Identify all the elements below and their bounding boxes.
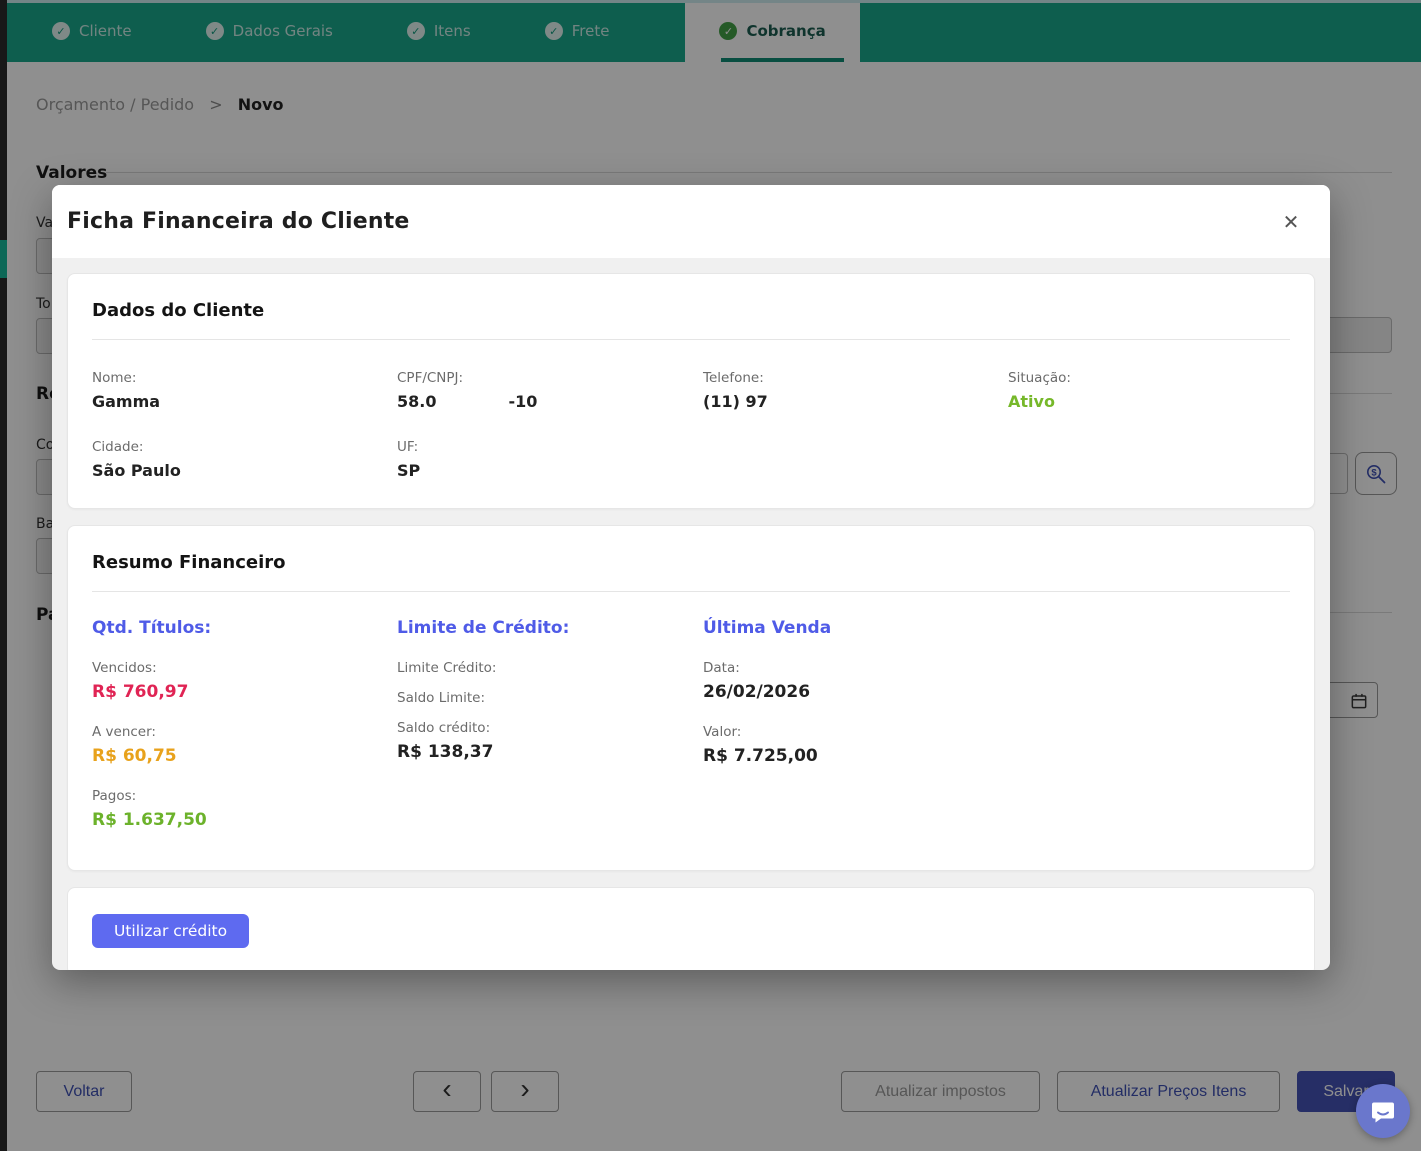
cpf-value: 58.0	[397, 392, 436, 411]
field-label: Situação:	[1008, 370, 1290, 386]
column-qtd-titulos: Qtd. Títulos: Vencidos: R$ 760,97 A venc…	[92, 618, 397, 830]
field-value: (11) 97	[703, 392, 1008, 411]
card-divider	[92, 591, 1290, 592]
metric-label: Saldo crédito:	[397, 720, 703, 736]
modal-header: Ficha Financeira do Cliente ✕	[52, 185, 1330, 258]
metric-limite-credito: Limite Crédito:	[397, 660, 703, 676]
close-icon: ✕	[1283, 212, 1300, 234]
utilizar-credito-label: Utilizar crédito	[114, 922, 227, 940]
cpf-extra-value: -10	[508, 392, 537, 411]
financial-summary-card: Resumo Financeiro Qtd. Títulos: Vencidos…	[67, 525, 1315, 871]
metric-valor: Valor: R$ 7.725,00	[703, 724, 1290, 766]
modal-body: Dados do Cliente Nome: Gamma CPF/CNPJ: 5…	[52, 258, 1330, 970]
credit-action-card: Utilizar crédito	[67, 887, 1315, 970]
metric-label: A vencer:	[92, 724, 397, 740]
metric-data: Data: 26/02/2026	[703, 660, 1290, 702]
metric-value: 26/02/2026	[703, 682, 1290, 702]
field-nome: Nome: Gamma	[92, 370, 397, 411]
field-telefone: Telefone: (11) 97	[703, 370, 1008, 411]
metric-pagos: Pagos: R$ 1.637,50	[92, 788, 397, 830]
metric-value: R$ 7.725,00	[703, 746, 1290, 766]
metric-label: Pagos:	[92, 788, 397, 804]
metric-saldo-limite: Saldo Limite:	[397, 690, 703, 706]
metric-vencidos: Vencidos: R$ 760,97	[92, 660, 397, 702]
field-label: Telefone:	[703, 370, 1008, 386]
metric-label: Vencidos:	[92, 660, 397, 676]
metric-label: Saldo Limite:	[397, 690, 703, 706]
metric-value: R$ 760,97	[92, 682, 397, 702]
column-limite-credito: Limite de Crédito: Limite Crédito: Saldo…	[397, 618, 703, 830]
field-value: 58.0 -10	[397, 392, 703, 411]
summary-columns: Qtd. Títulos: Vencidos: R$ 760,97 A venc…	[92, 618, 1290, 830]
card-title: Resumo Financeiro	[92, 552, 1290, 573]
utilizar-credito-button[interactable]: Utilizar crédito	[92, 914, 249, 948]
field-value: São Paulo	[92, 461, 397, 480]
field-label: UF:	[397, 439, 703, 455]
column-header: Limite de Crédito:	[397, 618, 703, 638]
metric-value: R$ 138,37	[397, 742, 703, 762]
field-uf: UF: SP	[397, 439, 703, 480]
metric-value: R$ 60,75	[92, 746, 397, 766]
column-header: Última Venda	[703, 618, 1290, 638]
field-label: Cidade:	[92, 439, 397, 455]
metric-label: Limite Crédito:	[397, 660, 703, 676]
column-ultima-venda: Última Venda Data: 26/02/2026 Valor: R$ …	[703, 618, 1290, 830]
client-fields-row-2: Cidade: São Paulo UF: SP	[92, 439, 1290, 480]
field-value: SP	[397, 461, 703, 480]
metric-label: Valor:	[703, 724, 1290, 740]
modal-title: Ficha Financeira do Cliente	[67, 209, 410, 234]
client-fields-row-1: Nome: Gamma CPF/CNPJ: 58.0 -10 Telefone:…	[92, 370, 1290, 411]
client-data-card: Dados do Cliente Nome: Gamma CPF/CNPJ: 5…	[67, 273, 1315, 509]
metric-a-vencer: A vencer: R$ 60,75	[92, 724, 397, 766]
metric-value: R$ 1.637,50	[92, 810, 397, 830]
card-title: Dados do Cliente	[92, 300, 1290, 321]
field-cidade: Cidade: São Paulo	[92, 439, 397, 480]
metric-saldo-credito: Saldo crédito: R$ 138,37	[397, 720, 703, 762]
metric-label: Data:	[703, 660, 1290, 676]
field-situacao: Situação: Ativo	[1008, 370, 1290, 411]
chat-launcher-button[interactable]	[1356, 1084, 1410, 1138]
column-header: Qtd. Títulos:	[92, 618, 397, 638]
field-value: Gamma	[92, 392, 397, 411]
chat-bubble-icon	[1369, 1097, 1397, 1125]
field-label: Nome:	[92, 370, 397, 386]
card-divider	[92, 339, 1290, 340]
screen: ✓ Cliente ✓ Dados Gerais ✓ Itens ✓ Frete…	[0, 0, 1421, 1151]
status-badge: Ativo	[1008, 392, 1290, 411]
close-button[interactable]: ✕	[1276, 207, 1306, 237]
field-cpf-cnpj: CPF/CNPJ: 58.0 -10	[397, 370, 703, 411]
field-label: CPF/CNPJ:	[397, 370, 703, 386]
ficha-financeira-modal: Ficha Financeira do Cliente ✕ Dados do C…	[52, 185, 1330, 970]
